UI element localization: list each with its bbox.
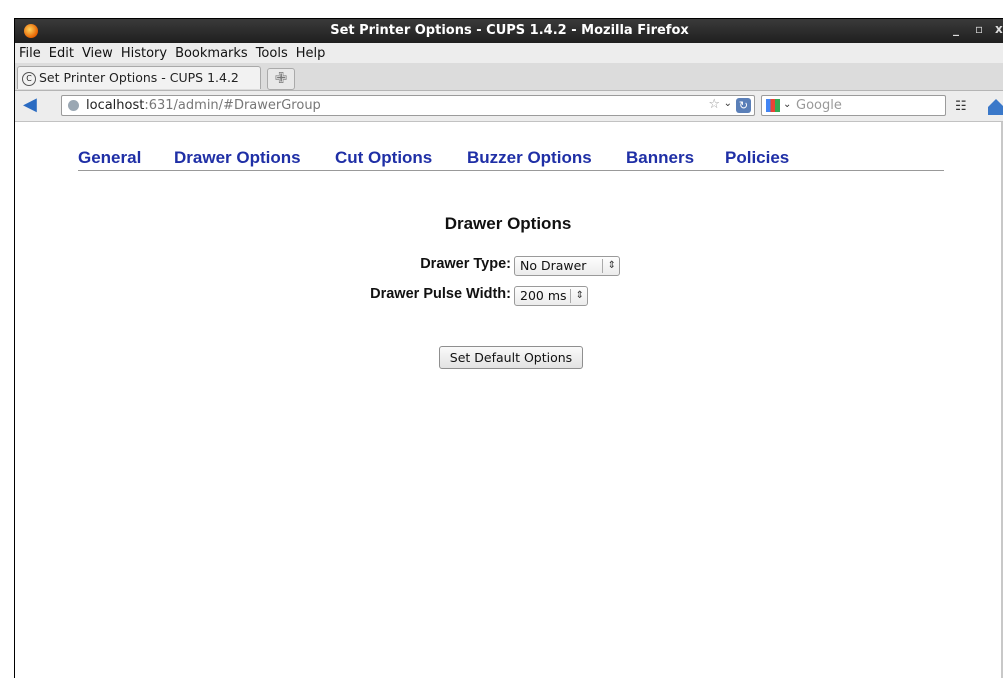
menu-help[interactable]: Help — [292, 44, 330, 61]
tab-banners[interactable]: Banners — [626, 148, 694, 168]
reload-icon[interactable]: ↻ — [736, 98, 751, 113]
menu-view[interactable]: View — [78, 44, 117, 61]
section-title: Drawer Options — [444, 214, 572, 233]
drawer-pulse-width-label: Drawer Pulse Width: — [370, 286, 511, 302]
drawer-pulse-width-row: Drawer Pulse Width: — [315, 284, 511, 306]
page-content: General Drawer Options Cut Options Buzze… — [15, 122, 1001, 678]
menu-edit[interactable]: Edit — [45, 44, 78, 61]
drawer-type-value: No Drawer — [520, 258, 587, 273]
menu-bar: File Edit View History Bookmarks Tools Help — [15, 44, 1003, 63]
navigation-toolbar: ◀ localhost:631/admin/#DrawerGroup ☆ ⌄ ↻… — [15, 91, 1003, 122]
browser-tab[interactable]: C Set Printer Options - CUPS 1.4.2 — [17, 66, 261, 89]
tab-label: Set Printer Options - CUPS 1.4.2 — [39, 70, 239, 85]
tab-buzzer-options[interactable]: Buzzer Options — [467, 148, 592, 168]
tab-drawer-options[interactable]: Drawer Options — [174, 148, 301, 168]
search-placeholder: Google — [796, 98, 842, 113]
url-text[interactable]: localhost:631/admin/#DrawerGroup — [86, 98, 321, 113]
tab-cut-options[interactable]: Cut Options — [335, 148, 432, 168]
bookmark-star-icon[interactable]: ☆ — [708, 97, 720, 112]
globe-icon — [68, 100, 79, 111]
select-separator — [570, 289, 571, 303]
url-dropdown-icon[interactable]: ⌄ — [724, 98, 732, 109]
set-default-options-button[interactable]: Set Default Options — [439, 346, 583, 369]
cups-favicon-icon: C — [22, 71, 36, 86]
select-separator — [602, 259, 603, 273]
tab-strip: C Set Printer Options - CUPS 1.4.2 ✙ — [15, 63, 1003, 91]
window-title: Set Printer Options - CUPS 1.4.2 - Mozil… — [330, 23, 689, 38]
close-button[interactable]: x — [995, 22, 1003, 36]
google-icon[interactable] — [766, 99, 780, 112]
menu-file[interactable]: File — [15, 44, 45, 61]
new-tab-button[interactable]: ✙ — [267, 68, 295, 90]
url-bar[interactable]: localhost:631/admin/#DrawerGroup ☆ ⌄ ↻ — [61, 95, 755, 116]
tab-general[interactable]: General — [78, 148, 141, 168]
search-bar[interactable]: ⌄ Google — [761, 95, 946, 116]
drawer-type-select[interactable]: No Drawer ⇕ — [514, 256, 620, 276]
select-arrows-icon: ⇕ — [575, 290, 584, 301]
drawer-pulse-width-value: 200 ms — [520, 288, 567, 303]
drawer-type-row: Drawer Type: — [315, 254, 511, 276]
title-bar: Set Printer Options - CUPS 1.4.2 - Mozil… — [15, 19, 1003, 43]
menu-history[interactable]: History — [117, 44, 171, 61]
browser-window: Set Printer Options - CUPS 1.4.2 - Mozil… — [14, 18, 1003, 678]
url-host: localhost — [86, 98, 145, 113]
binoculars-icon[interactable]: ☷ — [955, 99, 967, 114]
tab-policies[interactable]: Policies — [725, 148, 789, 168]
menu-bookmarks[interactable]: Bookmarks — [171, 44, 252, 61]
cups-tab-nav: General Drawer Options Cut Options Buzze… — [78, 144, 944, 171]
minimize-button[interactable]: _ — [953, 22, 959, 36]
home-icon[interactable] — [988, 99, 1003, 115]
search-engine-dropdown-icon[interactable]: ⌄ — [783, 99, 791, 110]
drawer-pulse-width-select[interactable]: 200 ms ⇕ — [514, 286, 588, 306]
select-arrows-icon: ⇕ — [607, 260, 616, 271]
maximize-button[interactable]: ▫ — [975, 22, 983, 36]
drawer-type-label: Drawer Type: — [420, 256, 511, 272]
back-arrow-icon[interactable]: ◀ — [23, 96, 41, 115]
url-path: :631/admin/#DrawerGroup — [144, 98, 321, 113]
menu-tools[interactable]: Tools — [252, 44, 292, 61]
